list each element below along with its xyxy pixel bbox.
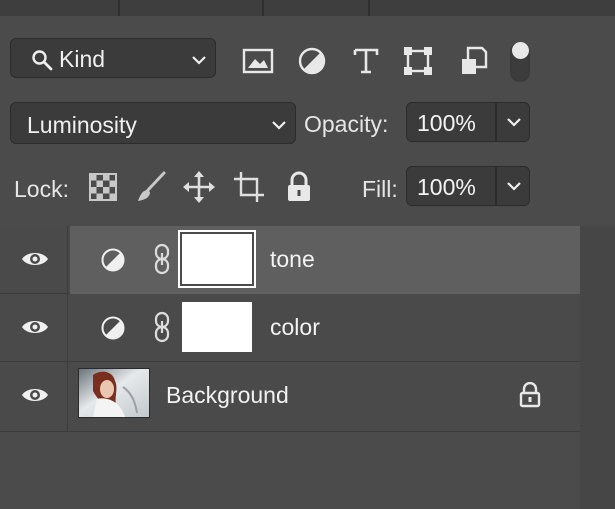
prevent-autonest-icon[interactable] [232,170,266,204]
chevron-down-icon [507,118,521,127]
lock-all-icon[interactable] [282,170,316,204]
blend-bar: Luminosity Opacity: 100% [0,100,615,150]
chevron-down-icon [271,118,287,136]
layer-name[interactable]: tone [270,246,315,273]
adjustment-icon[interactable] [296,45,328,77]
selection-highlight [70,226,580,294]
fill-input[interactable]: 100% [406,166,496,206]
smart-object-icon[interactable] [458,45,490,77]
tab-divider [118,0,120,16]
panel-scroll-gutter[interactable] [580,226,615,509]
tab-divider [368,0,370,16]
shape-icon[interactable] [402,45,434,77]
blend-mode-label: Luminosity [27,112,137,138]
search-icon [31,49,53,76]
layer-row-background[interactable]: Background [0,362,580,432]
eye-icon[interactable] [20,316,50,343]
link-icon[interactable] [152,311,174,348]
lock-transparent-pixels-icon[interactable] [86,170,120,204]
visibility-column [0,226,68,294]
visibility-column [0,294,68,362]
layers-empty-area [0,432,580,509]
visibility-column [0,362,68,432]
layer-mask-thumbnail[interactable] [182,234,252,284]
adjustment-icon [100,247,126,278]
filter-kind-label: Kind [59,46,106,72]
layer-name[interactable]: color [270,314,320,341]
filter-kind-select[interactable]: Kind [10,38,216,78]
opacity-label: Opacity: [304,111,389,137]
adjustment-icon [100,315,126,346]
lock-label: Lock: [14,176,69,202]
toggle-knob [512,42,529,59]
lock-icon[interactable] [518,381,542,413]
layer-row-color[interactable]: color [0,294,580,362]
type-icon[interactable] [350,45,382,77]
opacity-input[interactable]: 100% [406,102,496,142]
fill-dropdown-button[interactable] [496,166,530,206]
image-icon[interactable] [242,45,274,77]
eye-icon[interactable] [20,384,50,411]
eye-icon[interactable] [20,248,50,275]
layer-name[interactable]: Background [166,382,289,409]
layer-filter-bar: Kind [0,30,615,90]
fill-label: Fill: [362,176,398,202]
opacity-dropdown-button[interactable] [496,102,530,142]
chevron-down-icon [191,53,207,71]
blend-mode-select[interactable]: Luminosity [10,102,296,144]
link-icon[interactable] [152,243,174,280]
tab-divider [262,0,264,16]
lock-position-icon[interactable] [182,170,216,204]
lock-image-pixels-icon[interactable] [134,170,168,204]
filter-toggle[interactable] [510,42,530,82]
layer-thumbnail[interactable] [78,368,150,418]
panel-tabs [0,0,615,16]
layer-mask-thumbnail[interactable] [182,302,252,352]
lock-bar: Lock: Fill: 100% [0,160,615,216]
layer-row-tone[interactable]: tone [0,226,580,294]
chevron-down-icon [507,182,521,191]
photo-thumbnail-image [79,369,149,417]
